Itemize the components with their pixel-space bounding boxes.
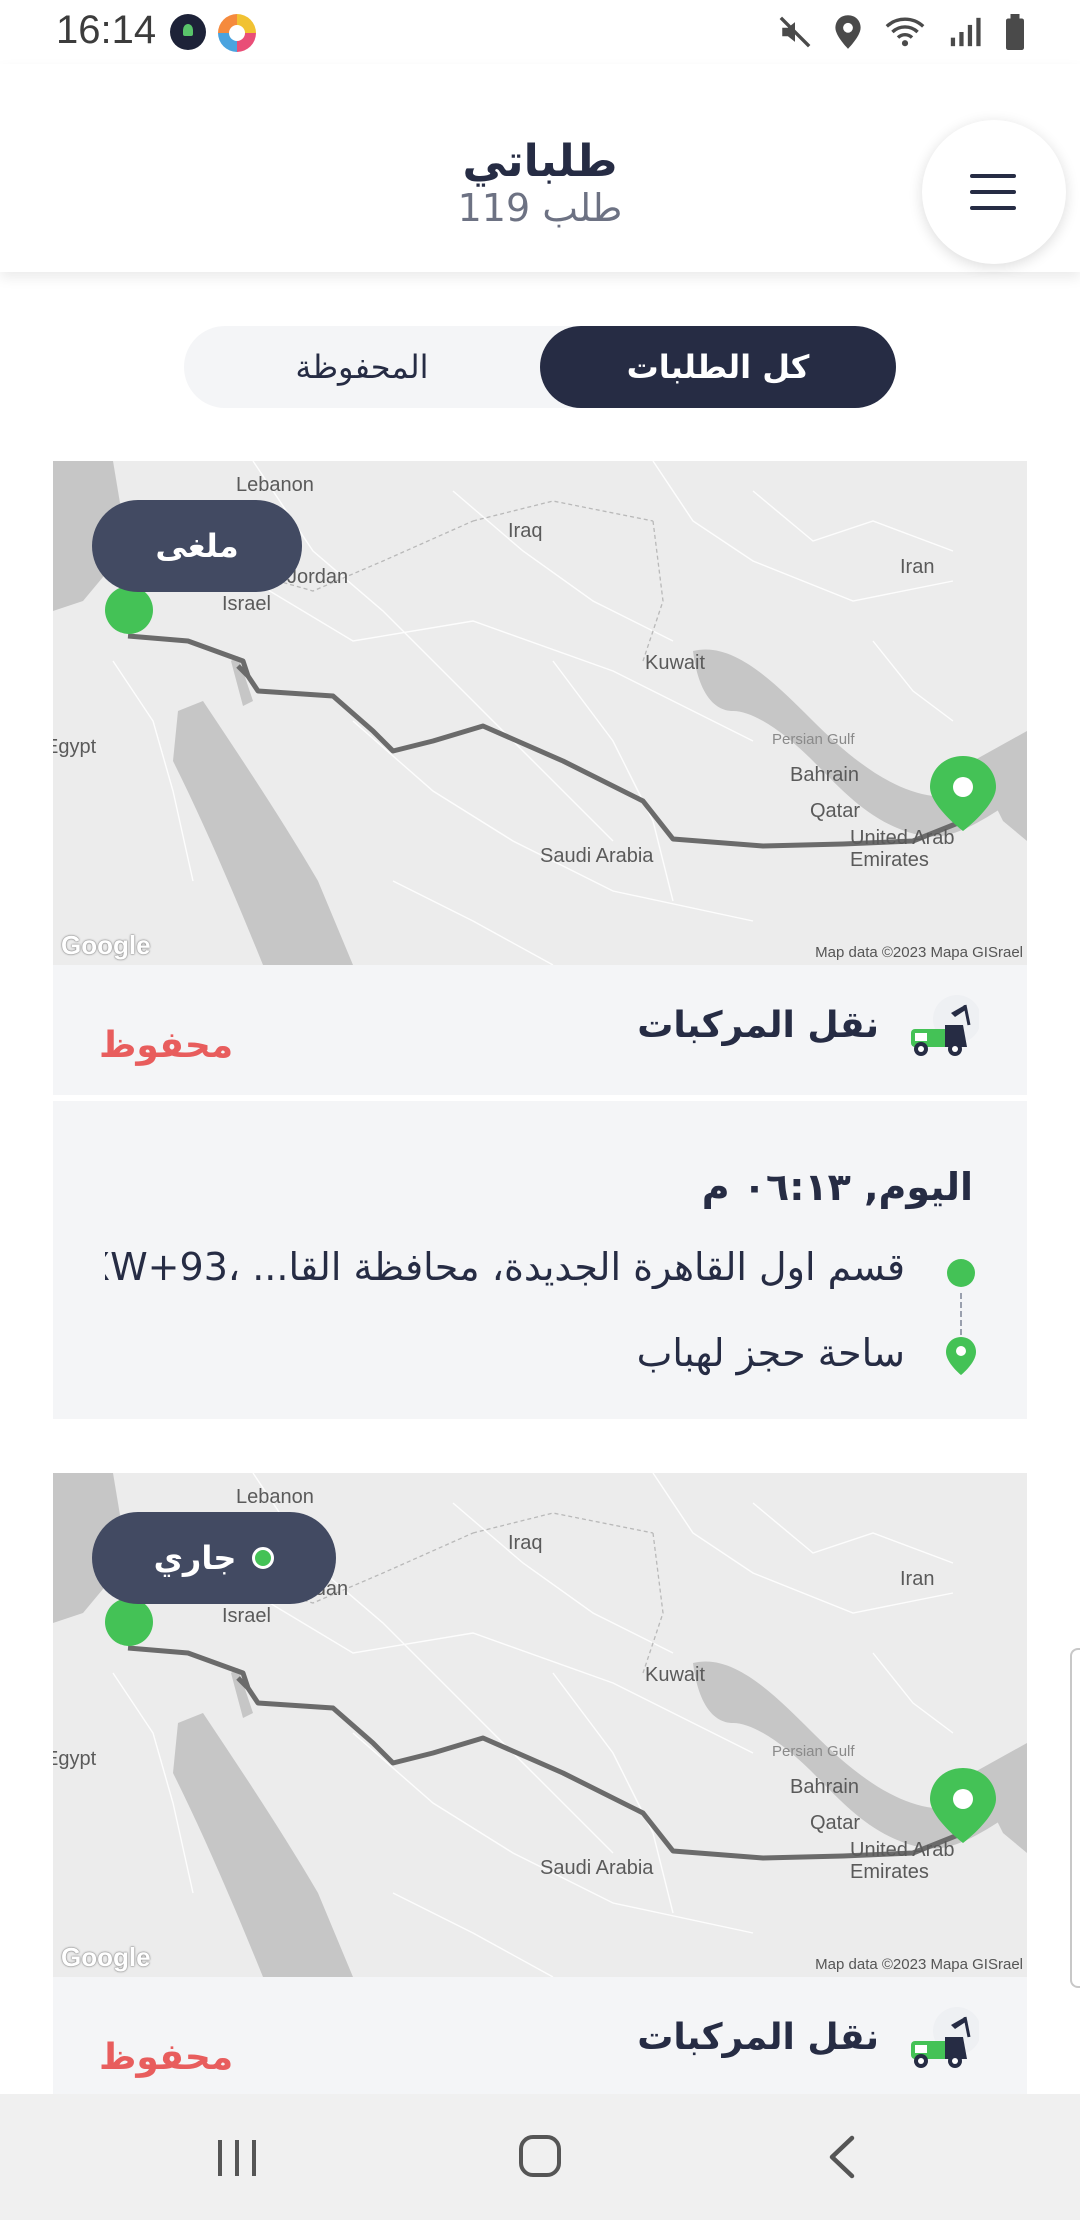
- destination-address: ساحة حجز لهباب: [636, 1331, 905, 1375]
- back-icon[interactable]: [822, 2134, 862, 2180]
- map-label-israel: Israel: [222, 1605, 271, 1627]
- service-row: نقل المركبات محفوظ: [53, 1977, 1027, 2094]
- map-label-uae: United Arab Emirates: [850, 827, 955, 871]
- hamburger-menu-icon-line: [970, 190, 1016, 194]
- map-label-qatar: Qatar: [810, 800, 861, 822]
- map-label-bahrain: Bahrain: [790, 764, 859, 786]
- map-label-israel: Israel: [222, 593, 271, 615]
- system-nav-bar: [0, 2094, 1080, 2220]
- map-credit: Map data ©2023 Mapa GISrael: [815, 944, 1023, 961]
- service-name: نقل المركبات: [637, 1005, 879, 1046]
- map-label-iraq: Iraq: [508, 520, 543, 542]
- map-label-iran: Iran: [900, 556, 935, 578]
- battery-icon: [1006, 14, 1024, 50]
- home-icon[interactable]: [516, 2132, 564, 2180]
- live-status-dot-icon: [252, 1547, 275, 1569]
- status-text: جاري: [153, 1539, 237, 1577]
- map-label-jordan: Jordan: [287, 566, 349, 588]
- signal-icon: [950, 17, 981, 47]
- origin-dot-icon: [947, 1259, 975, 1287]
- google-logo: Google: [61, 930, 151, 960]
- map-label-lebanon: Lebanon: [236, 474, 314, 496]
- map-label-iran: Iran: [900, 1568, 935, 1590]
- tow-truck-icon: [911, 995, 979, 1056]
- map-label-kuwait: Kuwait: [645, 1664, 706, 1686]
- map-label-persian-gulf: Persian Gulf: [772, 731, 855, 748]
- map-label-egypt: Egypt: [53, 1748, 97, 1770]
- tab-switcher: المحفوظة كل الطلبات: [184, 326, 896, 408]
- color-app-notification-icon: [218, 14, 256, 52]
- wifi-icon: [885, 17, 925, 47]
- tab-saved[interactable]: المحفوظة: [184, 326, 540, 408]
- map-label-kuwait: Kuwait: [645, 652, 706, 674]
- status-bar: 16:14: [0, 0, 1080, 64]
- mute-icon: [779, 16, 811, 48]
- saved-label[interactable]: محفوظ: [99, 1025, 233, 1066]
- map-label-iraq: Iraq: [508, 1532, 543, 1554]
- app-header: طلباتي 119 طلب: [0, 64, 1080, 272]
- orders-count: 119 طلب: [457, 186, 623, 230]
- menu-button[interactable]: [922, 120, 1066, 264]
- route-connector: [960, 1293, 962, 1335]
- service-name: نقل المركبات: [637, 2017, 879, 2058]
- tow-truck-icon: [911, 2007, 979, 2068]
- status-text: ملغى: [155, 527, 239, 565]
- map-label-qatar: Qatar: [810, 1812, 861, 1834]
- order-date: اليوم, ٠٦:١٣ م: [701, 1165, 973, 1209]
- status-icons: [778, 12, 1026, 52]
- order-card[interactable]: Lebanon Iraq Iran Jordan Israel Kuwait E…: [53, 461, 1027, 1419]
- hamburger-menu-icon: [970, 174, 1016, 178]
- location-icon: [835, 15, 861, 49]
- order-card[interactable]: Lebanon Iraq Iran Jordan Israel Kuwait E…: [53, 1473, 1027, 2094]
- map-label-saudi-arabia: Saudi Arabia: [540, 845, 654, 867]
- map-label-lebanon: Lebanon: [236, 1486, 314, 1508]
- origin-address: قسم اول القاهرة الجديدة، محافظة القا... …: [105, 1245, 905, 1289]
- status-badge: ملغى: [92, 500, 302, 592]
- map-label-uae: United Arab Emirates: [850, 1839, 955, 1883]
- map-label-persian-gulf: Persian Gulf: [772, 1743, 855, 1760]
- route-map[interactable]: Lebanon Iraq Iran Jordan Israel Kuwait E…: [53, 461, 1027, 965]
- map-credit: Map data ©2023 Mapa GISrael: [815, 1956, 1023, 1973]
- map-label-egypt: Egypt: [53, 736, 97, 758]
- origin-marker: [105, 1598, 153, 1646]
- hamburger-menu-icon-line: [970, 206, 1016, 210]
- app-notification-icon: [170, 14, 206, 50]
- status-time: 16:14: [56, 8, 157, 52]
- order-details: اليوم, ٠٦:١٣ م قسم اول القاهرة الجديدة، …: [53, 1101, 1027, 1419]
- destination-pin-icon: [946, 1337, 976, 1375]
- status-badge: جاري: [92, 1512, 336, 1604]
- origin-marker: [105, 586, 153, 634]
- saved-label[interactable]: محفوظ: [99, 2037, 233, 2078]
- scroll-handle[interactable]: [1070, 1648, 1080, 1988]
- map-label-bahrain: Bahrain: [790, 1776, 859, 1798]
- map-label-saudi-arabia: Saudi Arabia: [540, 1857, 654, 1879]
- recent-apps-icon[interactable]: [214, 2136, 260, 2180]
- service-row: نقل المركبات محفوظ: [53, 965, 1027, 1095]
- google-logo: Google: [61, 1942, 151, 1972]
- route-map[interactable]: Lebanon Iraq Iran Jordan Israel Kuwait E…: [53, 1473, 1027, 1977]
- tab-all-orders[interactable]: كل الطلبات: [540, 326, 896, 408]
- page-title: طلباتي: [462, 136, 618, 187]
